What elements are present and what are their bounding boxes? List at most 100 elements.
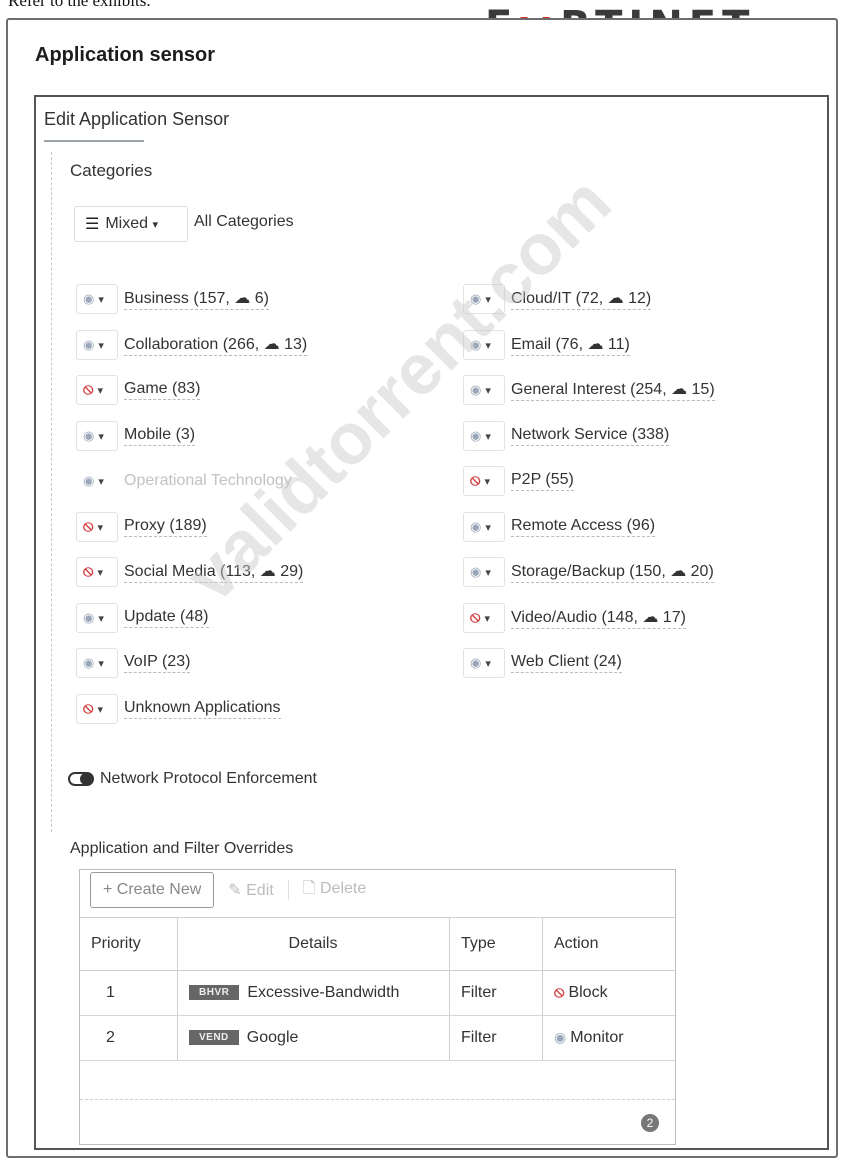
category-action-dropdown[interactable]: ⦸ ▾ (76, 512, 118, 542)
block-icon: ⦸ (554, 984, 565, 1001)
monitor-eye-icon: ◉ (554, 1029, 567, 1045)
category-action-dropdown[interactable]: ◉ ▾ (463, 557, 505, 587)
category-action-dropdown[interactable]: ◉ ▾ (463, 421, 505, 451)
category-action-dropdown[interactable]: ◉ ▾ (463, 330, 505, 360)
monitor-eye-icon: ◉ (83, 610, 95, 625)
category-label: Game (83) (124, 380, 201, 400)
monitor-eye-icon: ◉ (470, 428, 482, 443)
category-action-dropdown[interactable]: ◉ ▾ (76, 421, 118, 451)
category-item[interactable]: ◉ ▾ Cloud/IT (72, ☁ 12) (463, 284, 652, 314)
chevron-down-icon: ▾ (98, 339, 104, 352)
all-categories-label: All Categories (194, 213, 294, 230)
chevron-down-icon: ▾ (98, 293, 104, 306)
table-row[interactable]: 1 BHVR Excessive-Bandwidth Filter ⦸ Block (80, 970, 675, 1016)
monitor-eye-icon: ◉ (470, 382, 482, 397)
category-action-dropdown[interactable]: ⦸ ▾ (76, 375, 118, 405)
behavior-badge: BHVR (189, 985, 240, 1001)
category-item[interactable]: ◉ ▾ Collaboration (266, ☁ 13) (76, 330, 308, 360)
monitor-eye-icon: ◉ (470, 655, 482, 670)
network-protocol-enforcement-toggle[interactable]: Network Protocol Enforcement (68, 770, 317, 788)
column-header-action[interactable]: Action (542, 917, 675, 971)
category-action-dropdown[interactable]: ◉ ▾ (76, 330, 118, 360)
category-action-dropdown[interactable]: ◉ ▾ (463, 648, 505, 678)
column-header-priority[interactable]: Priority (80, 917, 178, 971)
category-item[interactable]: ◉ ▾ Mobile (3) (76, 421, 196, 451)
category-item[interactable]: ◉ ▾ Web Client (24) (463, 648, 622, 678)
category-item[interactable]: ◉ ▾ Update (48) (76, 603, 209, 633)
table-footer-divider (80, 1099, 675, 1101)
priority-cell: 2 (80, 1015, 178, 1061)
category-action-dropdown[interactable]: ⦸ ▾ (463, 466, 505, 496)
category-item[interactable]: ⦸ ▾ Social Media (113, ☁ 29) (76, 557, 304, 587)
chevron-down-icon: ▾ (485, 657, 491, 670)
category-item[interactable]: ◉ ▾ Business (157, ☁ 6) (76, 284, 269, 314)
category-action-dropdown[interactable]: ◉ ▾ (76, 603, 118, 633)
monitor-eye-icon: ◉ (83, 655, 95, 670)
block-icon: ⦸ (83, 700, 94, 717)
mixed-action-dropdown[interactable]: ☰ Mixed ▾ (74, 206, 188, 242)
details-cell: VEND Google (177, 1015, 450, 1061)
categories-label: Categories (70, 161, 153, 180)
action-text: Monitor (570, 1029, 624, 1046)
category-label: P2P (55) (511, 471, 574, 491)
category-label: Storage/Backup (150, ☁ 20) (511, 561, 714, 583)
category-item[interactable]: ⦸ ▾ Unknown Applications (76, 694, 281, 724)
category-label: Unknown Applications (124, 699, 281, 719)
category-action-dropdown[interactable]: ◉ ▾ (463, 512, 505, 542)
category-label: VoIP (23) (124, 653, 191, 673)
category-item[interactable]: ◉ ▾ Email (76, ☁ 11) (463, 330, 630, 360)
chevron-down-icon: ▾ (485, 521, 491, 534)
monitor-eye-icon: ◉ (470, 564, 482, 579)
category-label: Cloud/IT (72, ☁ 12) (511, 288, 652, 310)
category-label: Business (157, ☁ 6) (124, 288, 269, 310)
chevron-down-icon: ▾ (485, 384, 491, 397)
category-label: Update (48) (124, 608, 209, 628)
category-item[interactable]: ◉ ▾ Network Service (338) (463, 421, 670, 451)
column-header-details[interactable]: Details (177, 917, 450, 971)
category-action-dropdown[interactable]: ◉ ▾ (76, 648, 118, 678)
category-action-dropdown[interactable]: ⦸ ▾ (463, 603, 505, 633)
category-item[interactable]: ◉ ▾ General Interest (254, ☁ 15) (463, 375, 715, 405)
chevron-down-icon: ▾ (485, 566, 491, 579)
chevron-down-icon: ▾ (98, 657, 104, 670)
block-icon: ⦸ (470, 472, 481, 489)
monitor-eye-icon: ◉ (470, 337, 482, 352)
overrides-section-label: Application and Filter Overrides (70, 840, 294, 857)
delete-button[interactable]: 🗋 Delete (303, 873, 367, 907)
toggle-switch-icon[interactable] (68, 772, 94, 786)
category-action-dropdown[interactable]: ◉ ▾ (463, 375, 505, 405)
category-item[interactable]: ◉ ▾ Storage/Backup (150, ☁ 20) (463, 557, 714, 587)
category-label: Remote Access (96) (511, 517, 656, 537)
category-item[interactable]: ◉ ▾ Operational Technology (76, 466, 292, 496)
action-cell: ⦸ Block (542, 970, 675, 1016)
category-label: Operational Technology (124, 471, 292, 489)
category-item[interactable]: ⦸ ▾ Game (83) (76, 375, 201, 405)
category-item[interactable]: ⦸ ▾ Proxy (189) (76, 512, 207, 542)
chevron-down-icon: ▾ (152, 218, 159, 231)
type-cell: Filter (449, 970, 543, 1016)
column-header-type[interactable]: Type (449, 917, 543, 971)
chevron-down-icon: ▾ (98, 612, 104, 625)
table-row[interactable]: 2 VEND Google Filter ◉ Monitor (80, 1015, 675, 1061)
create-new-button[interactable]: + Create New (90, 872, 215, 908)
category-item[interactable]: ⦸ ▾ P2P (55) (463, 466, 574, 496)
category-action-dropdown[interactable]: ◉ ▾ (76, 284, 118, 314)
category-label: Proxy (189) (124, 517, 207, 537)
edit-button[interactable]: ✎ Edit (228, 873, 273, 907)
category-action-dropdown[interactable]: ◉ ▾ (76, 466, 118, 496)
overrides-table: Priority Details Type Action 1 BHVR Exces… (80, 917, 675, 1061)
category-action-dropdown[interactable]: ⦸ ▾ (76, 557, 118, 587)
category-label: Video/Audio (148, ☁ 17) (511, 607, 686, 629)
chevron-down-icon: ▾ (484, 475, 490, 488)
category-item[interactable]: ⦸ ▾ Video/Audio (148, ☁ 17) (463, 603, 686, 633)
category-item[interactable]: ◉ ▾ VoIP (23) (76, 648, 191, 678)
category-action-dropdown[interactable]: ⦸ ▾ (76, 694, 118, 724)
panel-title-underline (44, 140, 144, 142)
category-action-dropdown[interactable]: ◉ ▾ (463, 284, 505, 314)
chevron-down-icon: ▾ (485, 293, 491, 306)
panel-title: Edit Application Sensor (44, 109, 230, 129)
details-text: Google (246, 1029, 299, 1046)
chevron-down-icon: ▾ (98, 475, 104, 488)
category-item[interactable]: ◉ ▾ Remote Access (96) (463, 512, 656, 542)
block-icon: ⦸ (83, 518, 94, 535)
